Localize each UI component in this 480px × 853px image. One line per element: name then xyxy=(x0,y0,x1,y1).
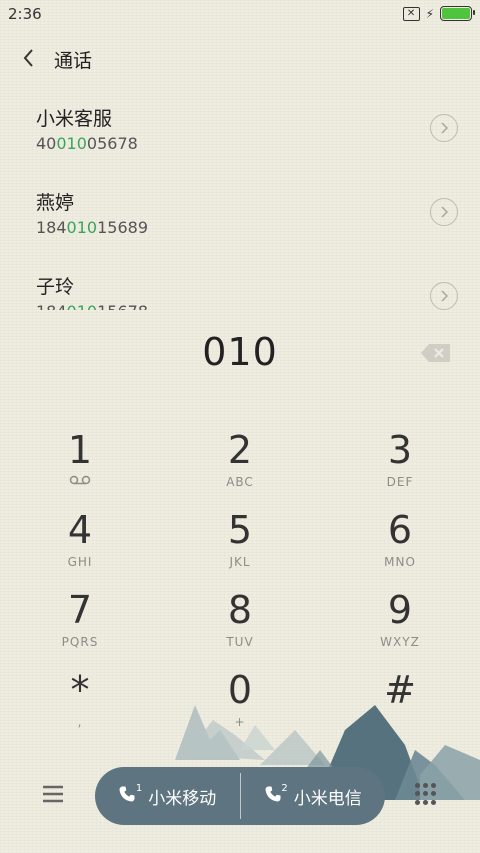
contact-results-list[interactable]: 小米客服 4001005678 燕婷 18401015689 子玲 184010… xyxy=(0,90,480,310)
arrow-right-icon xyxy=(441,122,449,134)
key-3[interactable]: 3 DEF xyxy=(320,425,480,505)
status-icons: ✕ ⚡ xyxy=(402,6,475,21)
header: 通话 xyxy=(0,38,480,78)
call-sim2-button[interactable]: 2 小米电信 xyxy=(241,767,386,825)
no-sim-icon: ✕ xyxy=(402,6,420,21)
contact-name: 子玲 xyxy=(36,276,75,298)
contact-number: 18401015678 xyxy=(36,302,148,310)
contact-name: 燕婷 xyxy=(36,192,75,214)
contact-result-item[interactable]: 子玲 18401015678 xyxy=(0,258,480,310)
dialpad-icon[interactable] xyxy=(415,783,437,805)
dialed-number[interactable]: 010 xyxy=(0,330,480,374)
call-divider xyxy=(239,773,241,819)
key-0[interactable]: 0 + xyxy=(160,665,320,745)
key-hash[interactable]: # xyxy=(320,665,480,745)
contact-result-item[interactable]: 燕婷 18401015689 xyxy=(0,174,480,258)
key-4[interactable]: 4 GHI xyxy=(0,505,160,585)
battery-icon xyxy=(440,6,475,21)
key-6[interactable]: 6 MNO xyxy=(320,505,480,585)
back-icon[interactable] xyxy=(18,46,42,70)
voicemail-icon xyxy=(69,475,91,485)
status-bar: 2:36 ✕ ⚡ xyxy=(0,0,480,28)
key-1[interactable]: 1 xyxy=(0,425,160,505)
bottom-action-bar: 1 小米移动 2 小米电信 xyxy=(0,765,480,827)
call-sim1-button[interactable]: 1 小米移动 xyxy=(95,767,240,825)
contact-number: 4001005678 xyxy=(36,134,138,153)
status-time: 2:36 xyxy=(8,5,42,23)
call-buttons: 1 小米移动 2 小米电信 xyxy=(95,767,385,825)
key-9[interactable]: 9 WXYZ xyxy=(320,585,480,665)
page-title: 通话 xyxy=(54,50,93,72)
contact-name: 小米客服 xyxy=(36,108,113,130)
backspace-icon[interactable] xyxy=(420,342,452,364)
contact-detail-button[interactable] xyxy=(430,282,458,310)
phone-icon: 2 xyxy=(264,783,288,807)
dial-input-row: 010 xyxy=(0,330,480,380)
phone-icon: 1 xyxy=(118,783,142,807)
menu-icon[interactable] xyxy=(40,781,66,807)
call-sim2-label: 小米电信 xyxy=(293,788,362,809)
key-7[interactable]: 7 PQRS xyxy=(0,585,160,665)
key-star[interactable]: *, xyxy=(0,665,160,745)
key-2[interactable]: 2 ABC xyxy=(160,425,320,505)
charging-icon: ⚡ xyxy=(425,6,434,21)
battery-fill xyxy=(442,8,470,19)
contact-detail-button[interactable] xyxy=(430,114,458,142)
contact-number: 18401015689 xyxy=(36,218,148,237)
key-8[interactable]: 8 TUV xyxy=(160,585,320,665)
call-sim1-label: 小米移动 xyxy=(148,788,217,809)
key-5[interactable]: 5 JKL xyxy=(160,505,320,585)
arrow-right-icon xyxy=(441,290,449,302)
contact-result-item[interactable]: 小米客服 4001005678 xyxy=(0,90,480,174)
arrow-right-icon xyxy=(441,206,449,218)
contact-detail-button[interactable] xyxy=(430,198,458,226)
